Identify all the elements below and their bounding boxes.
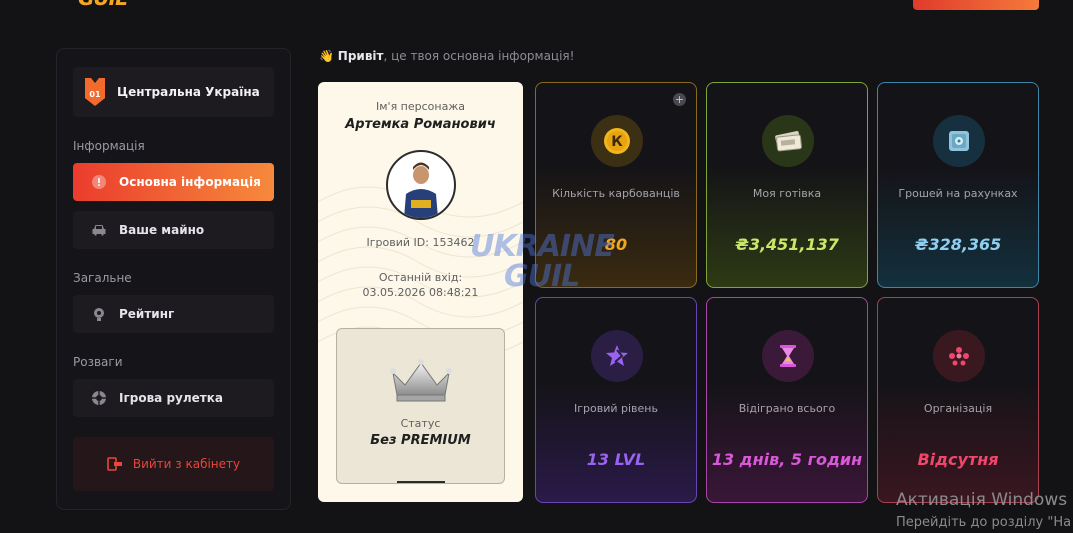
greeting: 👋 Привіт, це твоя основна інформація! [319,49,574,63]
add-icon[interactable]: + [673,93,686,106]
character-avatar-icon [403,162,438,218]
logout-label: Вийти з кабінету [132,457,241,471]
region-badge: 01 [85,78,105,106]
logo-text: GUIL [78,0,128,10]
windows-activation-title: Активація Windows [896,490,1068,510]
sidebar-item-rating[interactable]: Рейтинг [73,295,274,333]
card-playtime: Відіграно всього 13 днів, 5 годин [706,297,868,503]
status-label: Статус [400,417,441,430]
region-name: Центральна Україна [117,85,260,99]
card-value: ₴3,451,137 [735,235,839,254]
sidebar-item-roulette[interactable]: Ігрова рулетка [73,379,274,417]
avatar [385,150,456,220]
card-title: Організація [923,402,993,415]
status-box: Статус Без PREMIUM [336,328,505,484]
sidebar-item-label: Рейтинг [119,307,175,321]
sidebar-item-label: Основна інформація [119,175,261,189]
roulette-icon [91,390,107,406]
sidebar-item-label: Ігрова рулетка [119,391,223,405]
trophy-icon [91,306,107,322]
windows-activation-subtitle: Перейдіть до розділу "На [896,515,1072,530]
card-value: Відсутня [917,450,999,469]
watermark-line1: UKRAINE [470,229,615,264]
sidebar: 01 Центральна Україна Інформація Основна… [56,48,291,510]
character-name-label: Ім'я персонажа [376,100,465,113]
star-icon [591,330,643,382]
card-level: Ігровий рівень 13 LVL [535,297,697,503]
section-title-fun: Розваги [73,355,123,369]
organization-icon [933,330,985,382]
car-icon [91,222,107,238]
region-selector[interactable]: 01 Центральна Україна [73,67,274,117]
profile-card: Ім'я персонажа Артемка Романович Ігровий… [318,82,523,502]
sidebar-item-label: Ваше майно [119,223,205,237]
greeting-bold: Привіт [337,49,384,63]
wave-icon: 👋 [319,49,334,63]
card-value: ₴328,365 [914,235,1002,254]
card-accounts: Грошей на рахунках ₴328,365 [877,82,1039,288]
card-value: 13 днів, 5 годин [711,450,863,469]
hourglass-icon [762,330,814,382]
sidebar-item-main-info[interactable]: Основна інформація [73,163,274,201]
card-title: Моя готівка [752,187,822,200]
watermark-line2: GUIL [504,259,580,294]
top-action-button[interactable] [913,0,1039,10]
status-indicator [397,481,445,483]
watermark-logo: UKRAINE GUIL [470,229,615,294]
card-value: 13 LVL [586,450,646,469]
cash-icon [762,115,814,167]
card-title: Грошей на рахунках [898,187,1018,200]
logout-icon [107,456,123,472]
logout-button[interactable]: Вийти з кабінету [73,437,274,491]
card-title: Відіграно всього [738,402,836,415]
crown-icon [390,359,452,402]
safe-icon [933,115,985,167]
coin-icon: К [591,115,643,167]
card-title: Кількість карбованців [552,187,680,200]
status-value: Без PREMIUM [370,433,471,448]
section-title-general: Загальне [73,271,132,285]
greeting-text: , це твоя основна інформація! [383,49,575,63]
alert-icon [91,174,107,190]
sidebar-item-property[interactable]: Ваше майно [73,211,274,249]
logo[interactable]: GUIL [78,0,130,12]
card-organization: Організація Відсутня [877,297,1039,503]
character-name: Артемка Романович [345,117,496,132]
card-title: Ігровий рівень [574,402,658,415]
card-cash: Моя готівка ₴3,451,137 [706,82,868,288]
svg-text:К: К [611,134,623,150]
section-title-info: Інформація [73,139,145,153]
